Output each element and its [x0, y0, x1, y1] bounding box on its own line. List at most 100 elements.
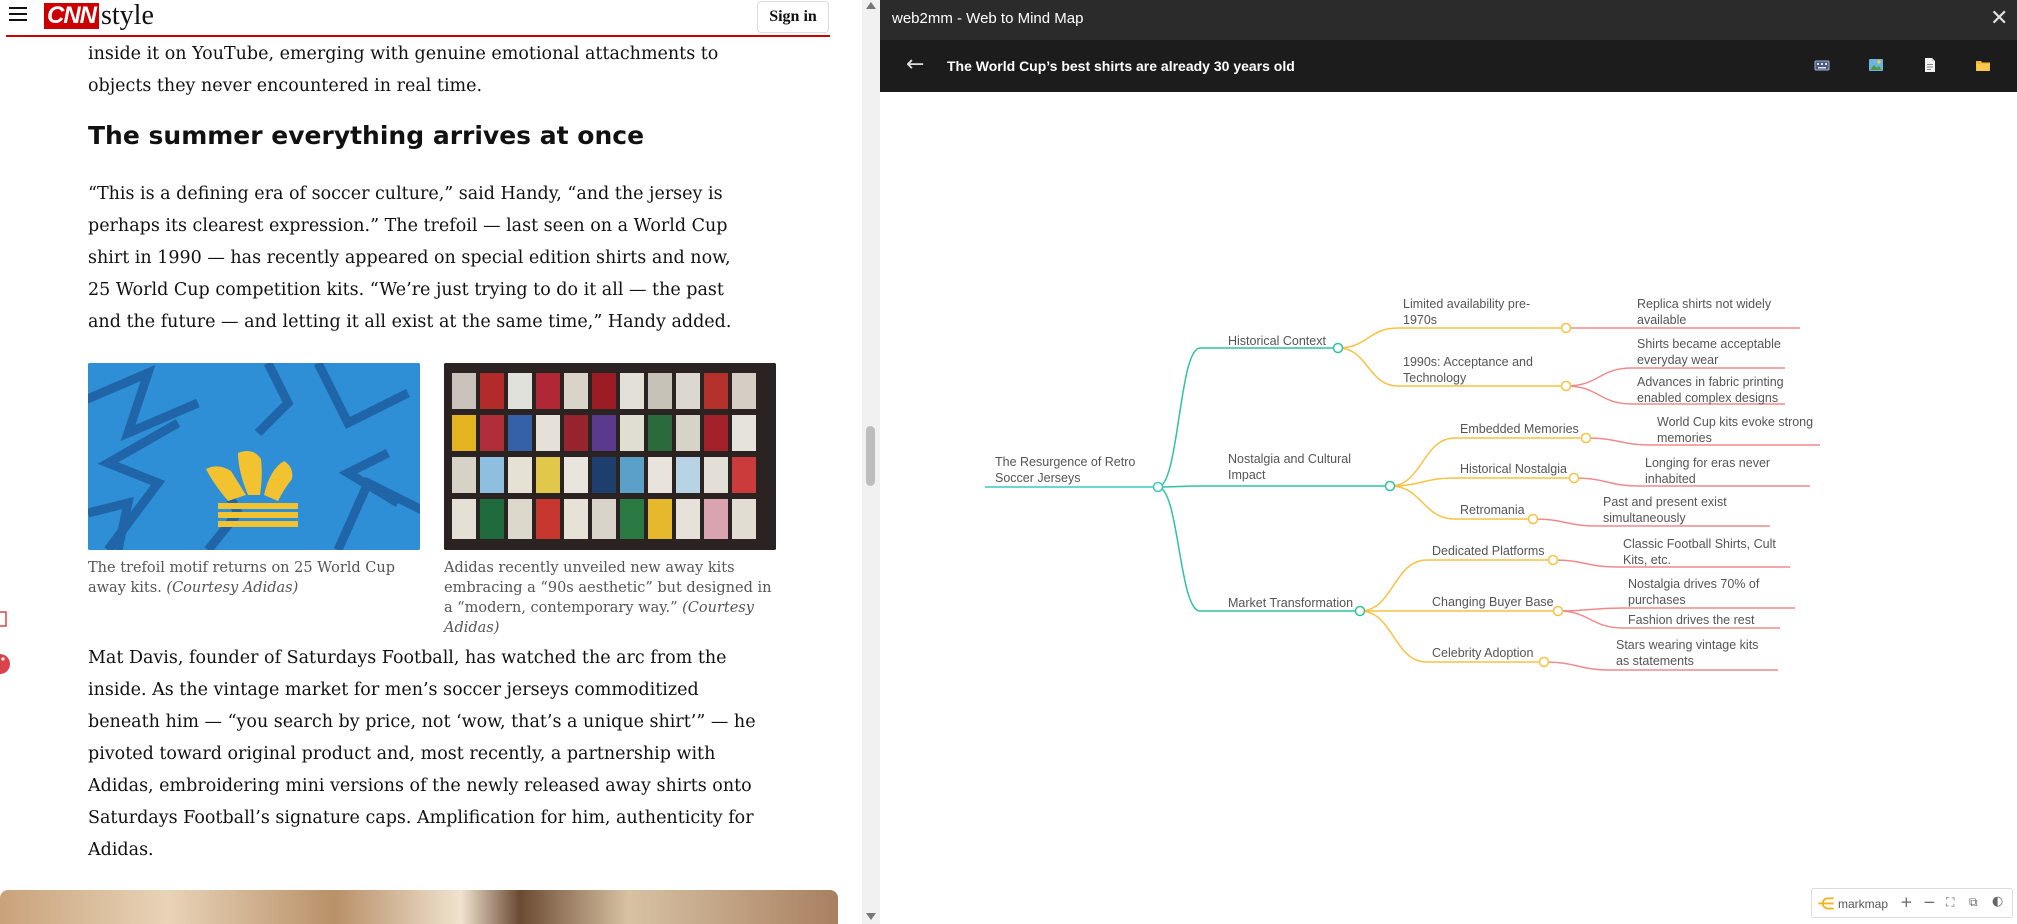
leaf-node-label-line: Replica shirts not widely [1637, 297, 1772, 311]
root-node-toggle[interactable] [1152, 481, 1164, 493]
leaf-connector [1543, 661, 1612, 671]
document-icon[interactable] [1922, 57, 1938, 73]
branch-node-toggle[interactable] [1384, 480, 1396, 492]
sub-connector [1389, 485, 1456, 520]
scroll-down-icon[interactable] [866, 913, 876, 920]
branch-node-toggle[interactable] [1354, 605, 1366, 617]
sub-connector [1359, 610, 1428, 663]
trefoil-photo[interactable] [88, 363, 420, 550]
root-node-label[interactable]: The Resurgence of Retro Soccer Jerseys [995, 455, 1135, 485]
sub-node-label[interactable]: Dedicated Platforms [1432, 544, 1545, 558]
sub-node-toggle[interactable] [1560, 380, 1572, 392]
article-photo-partial[interactable] [0, 890, 838, 924]
article-paragraph: Mat Davis, founder of Saturdays Football… [88, 648, 756, 860]
leaf-node-label-line: Kits, etc. [1623, 553, 1671, 567]
markmap-brand[interactable]: ⋲ markmap [1818, 894, 1888, 914]
leaf-node-label[interactable]: Longing for eras never inhabited [1645, 456, 1770, 486]
sub-node-label-line: Changing Buyer Base [1432, 595, 1554, 609]
leaf-connector [1557, 610, 1624, 629]
accessibility-icon[interactable] [0, 653, 10, 675]
keyboard-icon[interactable] [1814, 57, 1830, 73]
leaf-node-label[interactable]: World Cup kits evoke strong memories [1657, 415, 1813, 445]
panel-toolbar: ← The World Cup’s best shirts are alread… [880, 40, 2017, 92]
branch-node-label[interactable]: Historical Context [1228, 334, 1326, 348]
sub-node-label-line: 1970s [1403, 313, 1437, 327]
page-scrollbar[interactable] [862, 0, 880, 924]
sub-node-label-line: Limited availability pre- [1403, 297, 1530, 311]
leaf-node-label-line: Stars wearing vintage kits [1616, 638, 1758, 652]
sub-connector [1337, 327, 1399, 349]
leaf-connector [1552, 559, 1619, 568]
jerseys-wall-photo[interactable] [444, 363, 776, 550]
leaf-node-label-line: Classic Football Shirts, Cult [1623, 537, 1776, 551]
photo-caption: The trefoil motif returns on 25 World Cu… [88, 558, 423, 598]
sub-node-label-line: Retromania [1460, 503, 1525, 517]
zoom-in-button[interactable]: + [1900, 893, 1913, 911]
sub-connector [1359, 559, 1428, 612]
sub-node-label-line: Dedicated Platforms [1432, 544, 1545, 558]
markmap-logo-icon: ⋲ [1818, 896, 1834, 913]
leaf-node-label[interactable]: Replica shirts not widely available [1637, 297, 1772, 327]
zoom-out-button[interactable]: − [1923, 893, 1936, 911]
image-icon[interactable] [1868, 57, 1884, 73]
branch-node-label[interactable]: Market Transformation [1228, 596, 1353, 610]
branch-node-toggle[interactable] [1332, 342, 1344, 354]
close-icon[interactable]: ✕ [1990, 6, 2008, 31]
sub-node-toggle[interactable] [1527, 513, 1539, 525]
sub-node-label[interactable]: Historical Nostalgia [1460, 462, 1567, 476]
scroll-up-icon[interactable] [866, 2, 876, 9]
leaf-node-label[interactable]: Stars wearing vintage kits as statements [1616, 638, 1758, 668]
scroll-thumb[interactable] [866, 426, 875, 486]
logo-section: style [101, 0, 154, 31]
sub-node-label[interactable]: Changing Buyer Base [1432, 595, 1554, 609]
folder-icon[interactable] [1975, 57, 1991, 73]
leaf-node-label-line: Advances in fabric printing [1637, 375, 1784, 389]
header-divider [6, 35, 830, 37]
leaf-node-label-line: purchases [1628, 593, 1686, 607]
sub-node-label-line: Celebrity Adoption [1432, 646, 1534, 660]
leaf-node-label[interactable]: Shirts became acceptable everyday wear [1637, 337, 1781, 367]
markmap-toolbar: ⋲ markmap + − ⛶ ⧉ ◐ [1811, 888, 2013, 918]
sub-node-label[interactable]: Embedded Memories [1460, 422, 1579, 436]
leaf-node-label[interactable]: Advances in fabric printing enabled compl… [1637, 375, 1784, 405]
branch-connector [1157, 347, 1201, 488]
sub-node-label[interactable]: Celebrity Adoption [1432, 646, 1534, 660]
sub-node-toggle[interactable] [1568, 472, 1580, 484]
cnn-style-logo[interactable]: CNN style [44, 2, 154, 30]
sign-in-button[interactable]: Sign in [757, 1, 829, 33]
leaf-node-label-line: World Cup kits evoke strong [1657, 415, 1813, 429]
leaf-connector [1532, 518, 1599, 527]
leaf-node-label[interactable]: Nostalgia drives 70% of purchases [1628, 577, 1760, 607]
leaf-node-label[interactable]: Fashion drives the rest [1628, 613, 1755, 627]
mind-map-canvas[interactable]: The Resurgence of Retro Soccer Jerseys His… [880, 92, 2017, 924]
fit-window-button[interactable]: ⛶ [1946, 895, 1954, 910]
sub-node-toggle[interactable] [1580, 432, 1592, 444]
site-header: CNN style Sign in [0, 0, 862, 37]
sub-node-toggle[interactable] [1547, 554, 1559, 566]
branch-node-label-line: Market Transformation [1228, 596, 1353, 610]
sub-node-toggle[interactable] [1552, 605, 1564, 617]
sub-node-toggle[interactable] [1538, 656, 1550, 668]
branch-node-label[interactable]: Nostalgia and Cultural Impact [1228, 452, 1351, 482]
branch-connector [1157, 485, 1201, 488]
sub-node-label[interactable]: Retromania [1460, 503, 1525, 517]
leaf-node-label-line: available [1637, 313, 1686, 327]
branch-connector [1157, 486, 1201, 612]
menu-icon[interactable] [9, 7, 27, 23]
panel-titlebar: web2mm - Web to Mind Map ✕ [880, 0, 2017, 40]
leaf-node-label[interactable]: Past and present exist simultaneously [1603, 495, 1727, 525]
mindmap-side-panel: web2mm - Web to Mind Map ✕ ← The World C… [880, 0, 2017, 924]
sub-node-label-line: Technology [1403, 371, 1467, 385]
root-node-label-line: Soccer Jerseys [995, 471, 1080, 485]
share-icon[interactable] [0, 608, 10, 630]
sub-node-label[interactable]: Limited availability pre- 1970s [1403, 297, 1530, 327]
leaf-node-label-line: Shirts became acceptable [1637, 337, 1781, 351]
leaf-node-label-line: as statements [1616, 654, 1694, 668]
open-window-button[interactable]: ⧉ [1969, 895, 1978, 910]
sub-node-toggle[interactable] [1560, 322, 1572, 334]
leaf-node-label[interactable]: Classic Football Shirts, Cult Kits, etc. [1623, 537, 1776, 567]
panel-title: web2mm - Web to Mind Map [892, 10, 1084, 27]
back-arrow-icon[interactable]: ← [906, 52, 924, 77]
dark-mode-toggle[interactable]: ◐ [1992, 894, 2003, 909]
sub-node-label[interactable]: 1990s: Acceptance and Technology [1403, 355, 1533, 385]
